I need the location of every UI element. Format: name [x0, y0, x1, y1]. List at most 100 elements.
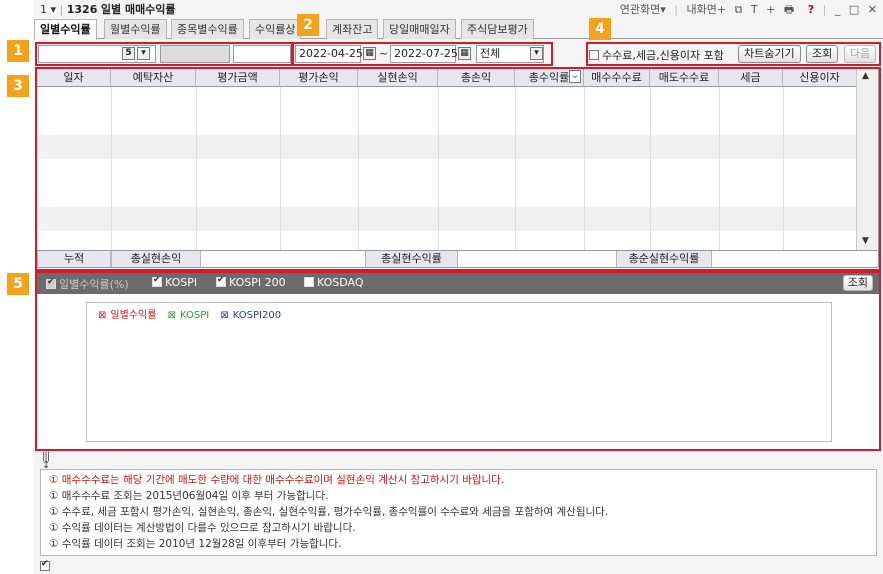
next-button[interactable]: 다음 — [844, 45, 877, 63]
daily-return-checkbox-box[interactable] — [46, 277, 56, 289]
kosdaq-checkbox-label: KOSDAQ — [317, 276, 364, 289]
screen-title: 일별 매매수익률 — [100, 3, 176, 16]
sort-dropdown-icon[interactable]: ⌄ — [569, 70, 581, 83]
tab-today-trade-dates[interactable]: 당일매매일자 — [383, 19, 456, 39]
table-vertical-scrollbar[interactable]: ▲ ▼ — [856, 69, 878, 250]
note-line: ① 수익률 데이터 조회는 2010년 12월28일 이후부터 가능합니다. — [49, 538, 342, 550]
screen-menu-number[interactable]: 1 — [40, 3, 47, 16]
daily-return-table: 일자 예탁자산 평가금액 평가손익 실현손익 총손익 총수익률 ⌄ 매수수수료 매… — [36, 68, 879, 268]
summary-total-net-realized-rate-value — [712, 251, 878, 267]
col-divider — [196, 87, 197, 250]
col-eval-amount[interactable]: 평가금액 — [196, 69, 280, 86]
window-copy-icon[interactable]: ⧉ — [735, 3, 743, 16]
include-fee-checkbox[interactable]: 수수료,세금,신용이자 포함 — [589, 47, 724, 63]
resize-handle-icon[interactable]: ||| ↕ — [42, 452, 50, 471]
include-fee-label: 수수료,세금,신용이자 포함 — [602, 49, 724, 62]
maximize-icon[interactable]: □ — [849, 3, 859, 16]
chart-search-button[interactable]: 조회 — [842, 275, 873, 291]
daily-return-checkbox[interactable]: 일별수익률(%) — [46, 276, 129, 292]
add-icon[interactable]: + — [766, 3, 775, 16]
help-icon-glyph[interactable]: ? — [808, 3, 814, 16]
col-divider — [719, 87, 720, 250]
kospi-checkbox[interactable]: KOSPI — [152, 275, 198, 289]
scroll-up-icon[interactable]: ▲ — [862, 71, 869, 81]
hide-chart-button[interactable]: 차트숨기기 — [738, 45, 801, 63]
kosdaq-checkbox[interactable]: KOSDAQ — [304, 276, 364, 289]
col-credit-interest[interactable]: 신용이자 — [783, 69, 857, 86]
tab-monthly-return[interactable]: 월별수익률 — [104, 19, 167, 39]
summary-total-net-realized-rate-label: 총순실현수익률 — [616, 251, 712, 267]
col-divider — [650, 87, 651, 250]
end-date-calendar-icon[interactable]: ▦ — [458, 47, 471, 60]
table-row[interactable] — [37, 207, 857, 231]
col-divider — [280, 87, 281, 250]
col-divider — [584, 87, 585, 250]
tab-daily-return[interactable]: 일별수익률 — [34, 19, 97, 40]
bottom-checkbox[interactable] — [40, 559, 53, 573]
main-window: 1 ▾ | 1326 일별 매매수익률 연관화면▾ | 내화면+ ⧉ T + 🖶… — [34, 0, 883, 574]
legend-kospi: ⊠ KOSPI — [167, 310, 210, 321]
start-date-calendar-icon[interactable]: ▦ — [363, 47, 376, 60]
table-summary-row: 누적 총실현손익 총실현수익률 총순실현수익률 — [37, 250, 878, 267]
table-row[interactable] — [37, 135, 857, 159]
col-eval-pl[interactable]: 평가손익 — [280, 69, 358, 86]
chart-area: ⊠ 일별수익률 ⊠ KOSPI ⊠ KOSPI200 — [36, 294, 879, 449]
col-total-pl[interactable]: 총손익 — [438, 69, 515, 86]
tab-stock-return[interactable]: 종목별수익률 — [171, 19, 244, 39]
bottom-checkbox-box[interactable] — [40, 559, 50, 571]
col-buy-fee[interactable]: 매수수수료 — [584, 69, 650, 86]
col-date[interactable]: 일자 — [37, 69, 111, 86]
kospi200-checkbox[interactable]: KOSPI 200 — [216, 275, 286, 289]
title-bar: 1 ▾ | 1326 일별 매매수익률 연관화면▾ | 내화면+ ⧉ T + 🖶… — [34, 0, 883, 16]
kospi-checkbox-label: KOSPI — [165, 276, 198, 289]
linked-screens-menu[interactable]: 연관화면▾ — [620, 3, 666, 16]
tab-return-detail[interactable]: 수익률상 — [249, 19, 302, 39]
note-line: ① 수수료, 세금 포함시 평가손익, 실현손익, 총손익, 실현수익률, 평가… — [49, 506, 609, 518]
col-divider — [515, 87, 516, 250]
password-input[interactable] — [233, 45, 291, 63]
tab-bar: 일별수익률 월별수익률 종목별수익률 수익률상 계좌잔고 당일매매일자 주식담보… — [34, 17, 883, 40]
callout-2: 2 — [297, 14, 319, 36]
col-tax[interactable]: 세금 — [719, 69, 783, 86]
note-line: ① 매수수수료는 해당 기간에 매도한 수량에 대한 매수수수료이며 실현손익 … — [49, 474, 505, 486]
account-suffix-button[interactable]: 5 — [122, 47, 135, 60]
account-dropdown-icon[interactable]: ▾ — [137, 47, 150, 60]
print-icon[interactable]: 🖶 — [784, 3, 794, 16]
legend-kospi200: ⊠ KOSPI200 — [220, 310, 282, 321]
col-divider — [438, 87, 439, 250]
kosdaq-checkbox-box[interactable] — [304, 277, 314, 287]
account-name-field — [160, 45, 230, 63]
callout-3: 3 — [7, 75, 29, 97]
tab-account-balance[interactable]: 계좌잔고 — [326, 19, 379, 39]
minimize-icon[interactable]: _ — [835, 3, 841, 16]
callout-5: 5 — [7, 273, 29, 295]
font-size-icon[interactable]: T — [751, 3, 758, 16]
screen-menu-arrow-icon[interactable]: ▾ — [51, 3, 57, 16]
tab-stock-collateral[interactable]: 주식담보평가 — [461, 19, 534, 39]
start-date-input[interactable]: 2022-04-25 — [295, 45, 363, 63]
scroll-down-icon[interactable]: ▼ — [862, 236, 869, 246]
col-sell-fee[interactable]: 매도수수료 — [650, 69, 719, 86]
query-toolbar: 5 ▾ 2022-04-25 ▦ ~ 2022-07-25 ▦ 전체 ▾ 수수료… — [34, 40, 883, 66]
col-deposit-assets[interactable]: 예탁자산 — [111, 69, 196, 86]
kospi-checkbox-box[interactable] — [152, 275, 162, 287]
col-divider — [111, 87, 112, 250]
legend-daily-return: ⊠ 일별수익률 — [98, 310, 157, 321]
screen-code: 1326 — [66, 3, 98, 16]
summary-total-realized-rate-label: 총실현수익률 — [365, 251, 458, 267]
col-realized-pl[interactable]: 실현손익 — [358, 69, 438, 86]
my-screen-menu[interactable]: 내화면+ — [686, 3, 726, 16]
end-date-input[interactable]: 2022-07-25 — [390, 45, 458, 63]
include-fee-checkbox-box[interactable] — [589, 50, 599, 60]
close-icon[interactable]: ✕ — [868, 3, 877, 16]
date-range-separator: ~ — [379, 47, 389, 60]
kospi200-checkbox-box[interactable] — [216, 275, 226, 287]
col-total-return[interactable]: 총수익률 ⌄ — [515, 69, 584, 86]
callout-1: 1 — [7, 40, 29, 62]
summary-cumulative-label: 누적 — [37, 251, 111, 267]
chart-frame[interactable] — [86, 302, 832, 442]
callout-4: 4 — [589, 18, 611, 40]
scope-dropdown-icon[interactable]: ▾ — [530, 47, 543, 60]
summary-total-realized-pl-value — [201, 251, 365, 267]
search-button[interactable]: 조회 — [806, 45, 839, 63]
